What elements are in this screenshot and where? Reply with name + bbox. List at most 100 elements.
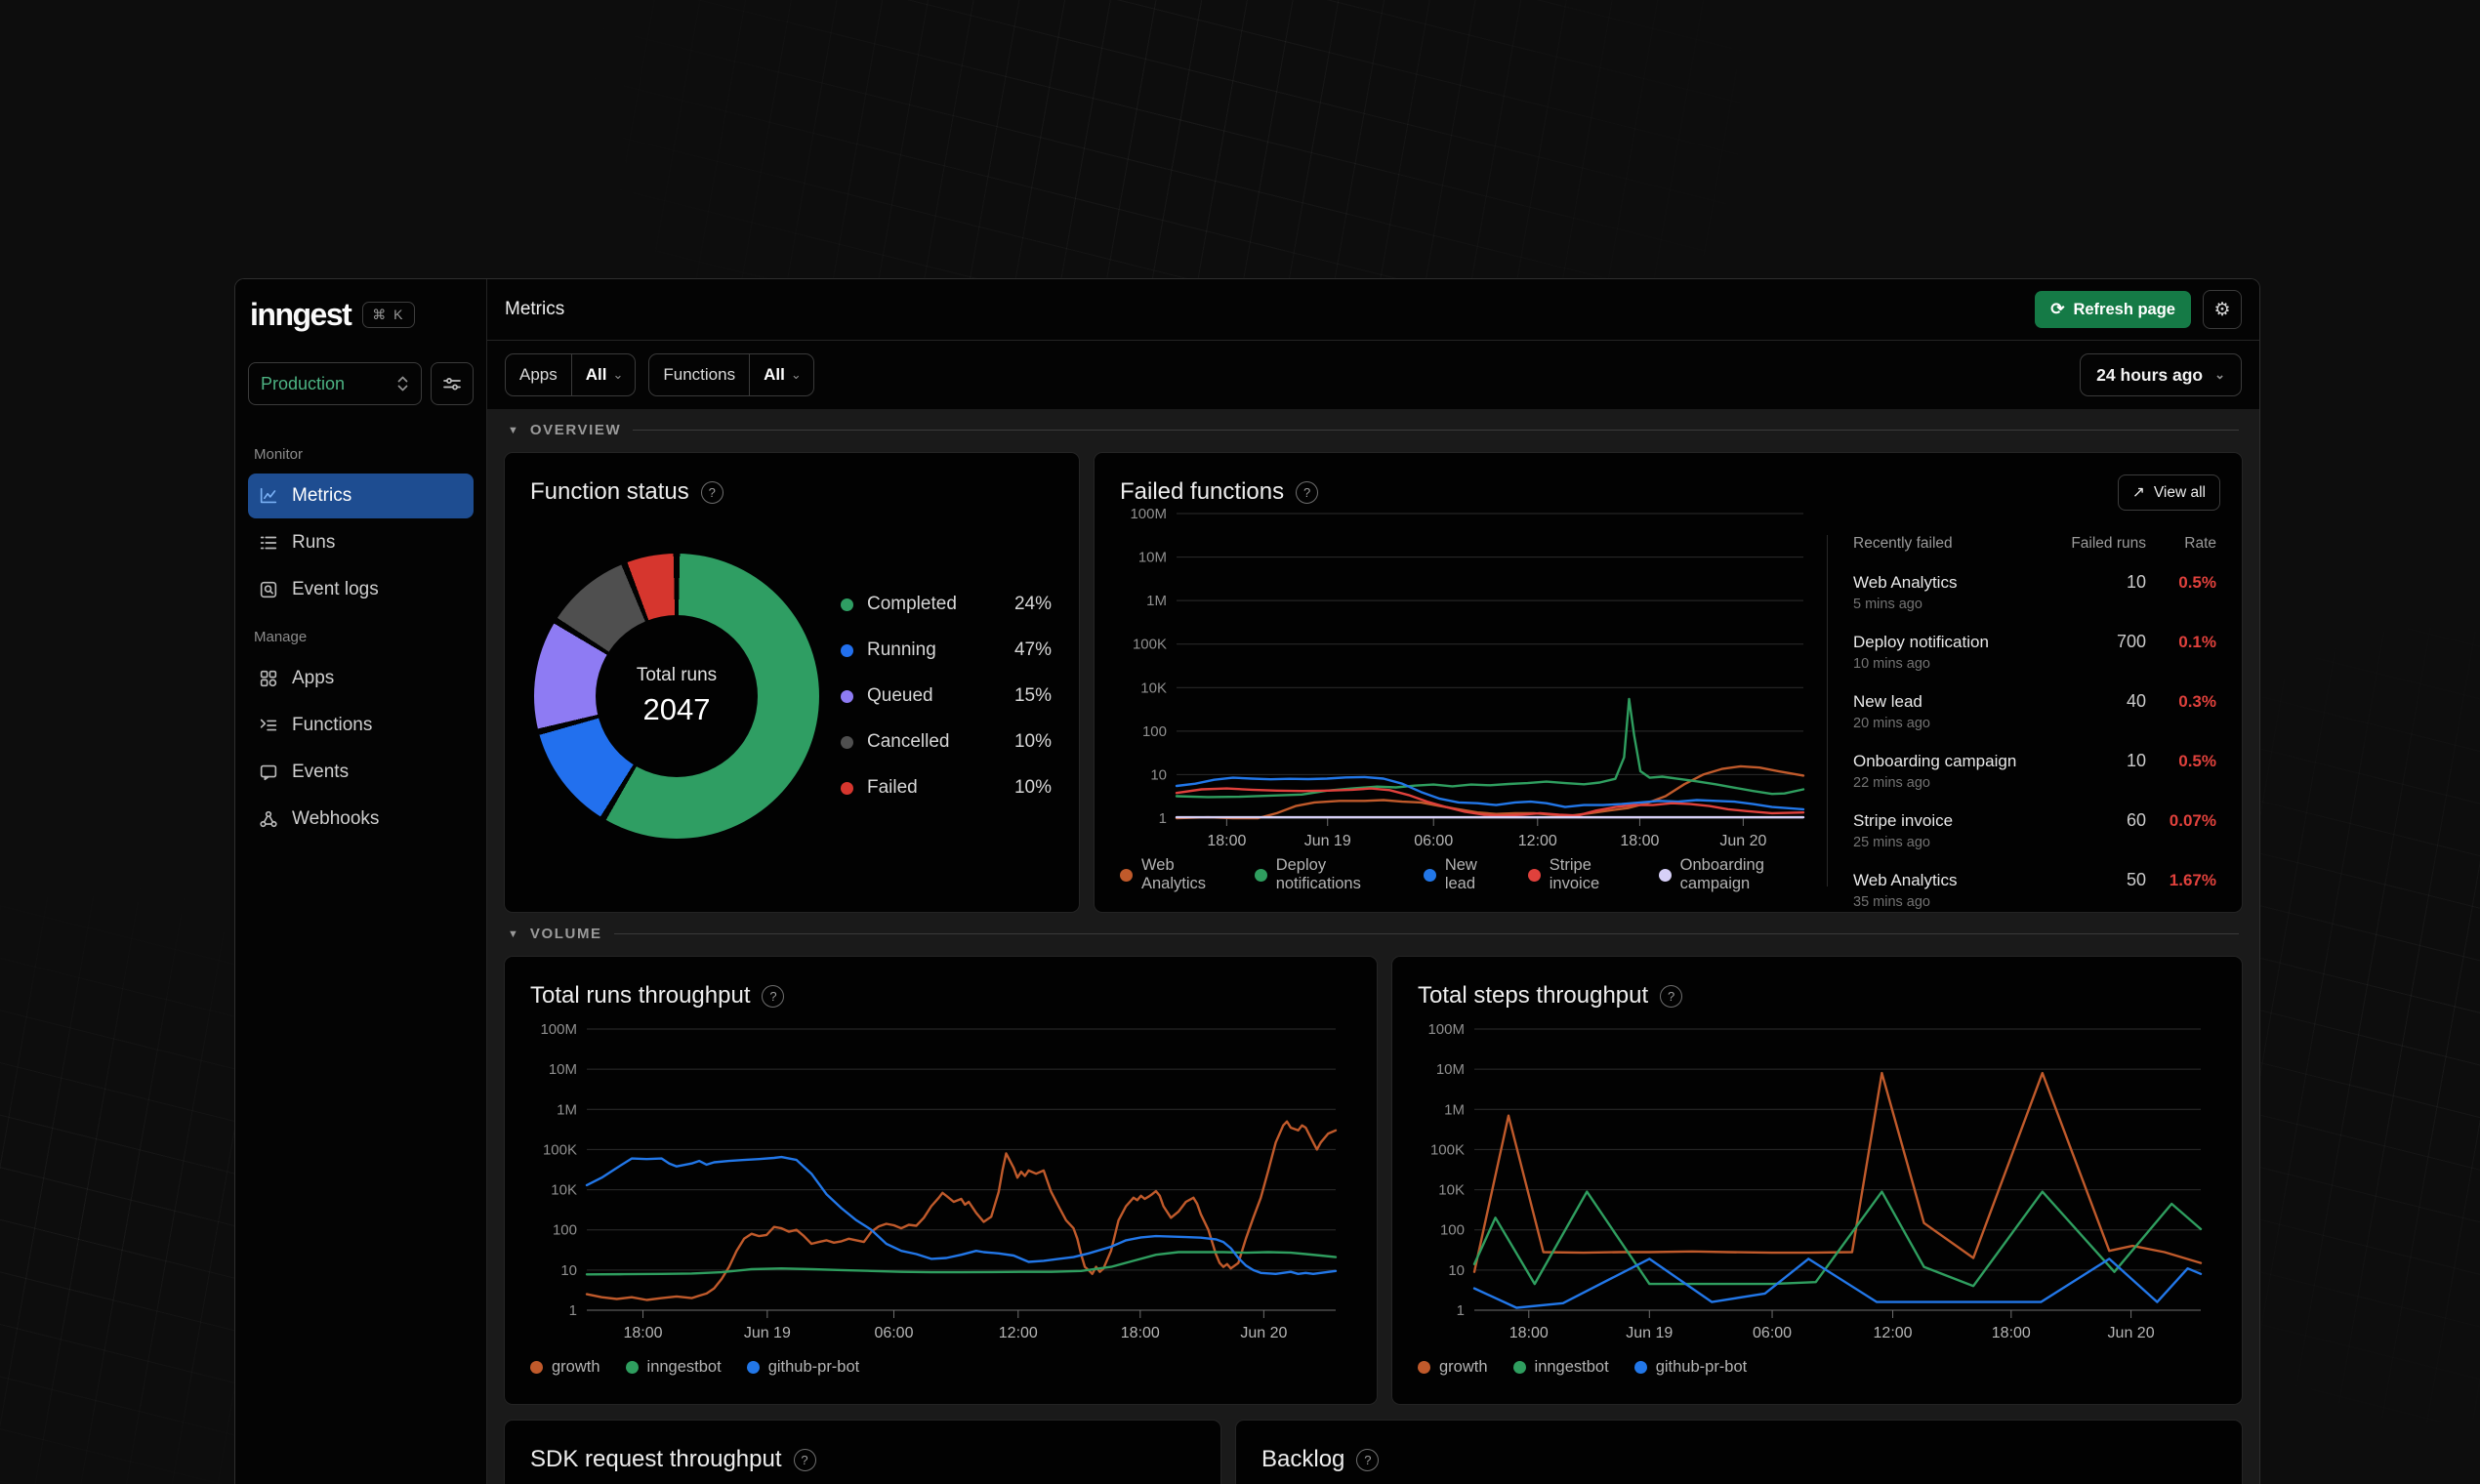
sidebar: inngest ⌘ K Production Monitor Metrics Run… xyxy=(235,279,487,1484)
svg-text:10: 10 xyxy=(1448,1262,1465,1279)
page-title: Metrics xyxy=(505,299,565,319)
help-icon[interactable]: ? xyxy=(762,984,785,1008)
svg-text:Jun 20: Jun 20 xyxy=(2108,1325,2155,1341)
legend-dot xyxy=(841,598,853,611)
svg-text:06:00: 06:00 xyxy=(874,1325,913,1341)
function-status-card: Function status ? Total runs 2047 Comple… xyxy=(504,452,1080,913)
environment-select[interactable]: Production xyxy=(248,362,422,405)
svg-text:10M: 10M xyxy=(1138,550,1167,566)
legend-item: Failed 10% xyxy=(841,777,1052,799)
legend-item: Cancelled 10% xyxy=(841,731,1052,753)
sidebar-item-events[interactable]: Events xyxy=(248,750,474,795)
legend-dot xyxy=(1120,868,1133,882)
svg-text:10M: 10M xyxy=(1436,1061,1465,1078)
legend-dot xyxy=(1527,868,1541,882)
svg-text:Jun 19: Jun 19 xyxy=(1304,833,1351,849)
collapse-triangle-icon[interactable]: ▼ xyxy=(508,425,518,436)
main-area: Metrics ⟳ Refresh page ⚙ Apps All ⌄ Func… xyxy=(487,279,2259,1484)
help-icon[interactable]: ? xyxy=(793,1448,816,1471)
svg-text:18:00: 18:00 xyxy=(624,1325,663,1341)
help-icon[interactable]: ? xyxy=(700,480,723,504)
total-steps-throughput-card: Total steps throughput ? 100M 10M 1M 100K 10… xyxy=(1391,956,2243,1405)
sidebar-item-label: Webhooks xyxy=(292,808,380,829)
legend-dot xyxy=(1512,1360,1526,1374)
svg-text:1: 1 xyxy=(569,1302,577,1319)
card-title: Backlog xyxy=(1261,1446,1345,1472)
svg-text:10: 10 xyxy=(1150,766,1167,783)
legend-item: growth xyxy=(530,1358,600,1377)
view-all-button[interactable]: ↗ View all xyxy=(2117,474,2220,511)
svg-text:10M: 10M xyxy=(549,1061,577,1078)
legend-dot xyxy=(841,735,853,749)
legend-dot xyxy=(746,1360,760,1374)
help-icon[interactable]: ? xyxy=(1296,480,1319,504)
svg-text:Jun 20: Jun 20 xyxy=(1719,833,1766,849)
help-icon[interactable]: ? xyxy=(1356,1448,1380,1471)
legend-item: Onboarding campaign xyxy=(1658,856,1819,893)
command-k-shortcut-badge[interactable]: ⌘ K xyxy=(362,302,415,328)
table-row[interactable]: Stripe invoice 25 mins ago 60 0.07% xyxy=(1853,810,2216,850)
environment-value: Production xyxy=(261,373,346,393)
sidebar-item-metrics[interactable]: Metrics xyxy=(248,474,474,518)
total-steps-chart-legend: growth inngestbot github-pr-bot xyxy=(1418,1355,2216,1379)
topbar: Metrics ⟳ Refresh page ⚙ xyxy=(487,279,2259,341)
sidebar-item-label: Event logs xyxy=(292,579,379,599)
svg-text:100: 100 xyxy=(553,1222,577,1239)
legend-dot xyxy=(625,1360,639,1374)
svg-text:18:00: 18:00 xyxy=(1509,1325,1549,1341)
legend-item: github-pr-bot xyxy=(746,1358,859,1377)
table-row[interactable]: New lead 20 mins ago 40 0.3% xyxy=(1853,691,2216,731)
table-row[interactable]: Onboarding campaign 22 mins ago 10 0.5% xyxy=(1853,751,2216,791)
sidebar-nav: Monitor Metrics Runs Event logs Manage Apps Fu… xyxy=(248,431,474,843)
table-row[interactable]: Web Analytics 35 mins ago 50 1.67% xyxy=(1853,870,2216,910)
sdk-request-throughput-card: SDK request throughput ? xyxy=(504,1420,1221,1484)
sidebar-item-functions[interactable]: Functions xyxy=(248,703,474,748)
settings-button[interactable]: ⚙ xyxy=(2203,290,2242,329)
svg-text:06:00: 06:00 xyxy=(1414,833,1453,849)
refresh-page-button[interactable]: ⟳ Refresh page xyxy=(2035,291,2191,328)
failed-functions-chart: 100M 10M 1M 100K 10K 100 10 1 18:00 Jun 19 06:00 12… xyxy=(1120,506,1819,853)
inngest-logo: inngest xyxy=(250,297,352,332)
table-row[interactable]: Deploy notification 10 mins ago 700 0.1% xyxy=(1853,632,2216,672)
app-window: inngest ⌘ K Production Monitor Metrics Run… xyxy=(234,278,2260,1484)
svg-text:1M: 1M xyxy=(1444,1101,1465,1118)
card-title: Function status xyxy=(530,478,689,505)
svg-text:100: 100 xyxy=(1142,723,1167,740)
divider xyxy=(613,933,2239,934)
environment-filter-button[interactable] xyxy=(431,362,474,405)
sidebar-item-event-logs[interactable]: Event logs xyxy=(248,567,474,612)
legend-item: Completed 24% xyxy=(841,594,1052,615)
help-icon[interactable]: ? xyxy=(1660,984,1683,1008)
legend-dot xyxy=(1254,868,1267,882)
legend-dot xyxy=(1633,1360,1647,1374)
apps-filter[interactable]: Apps All ⌄ xyxy=(505,353,637,396)
sliders-icon xyxy=(443,378,461,391)
timerange-select[interactable]: 24 hours ago ⌄ xyxy=(2080,353,2242,396)
arrow-up-right-icon: ↗ xyxy=(2131,484,2145,501)
svg-text:100M: 100M xyxy=(1130,506,1167,522)
legend-item: New lead xyxy=(1423,856,1503,893)
events-icon xyxy=(258,762,279,783)
svg-text:12:00: 12:00 xyxy=(1518,833,1557,849)
table-row[interactable]: Web Analytics 5 mins ago 10 0.5% xyxy=(1853,572,2216,612)
legend-item: Queued 15% xyxy=(841,685,1052,707)
svg-text:Jun 20: Jun 20 xyxy=(1240,1325,1287,1341)
updown-chevrons-icon xyxy=(397,376,408,392)
sidebar-item-label: Functions xyxy=(292,715,373,735)
card-title: Total runs throughput xyxy=(530,982,751,1009)
svg-text:18:00: 18:00 xyxy=(1207,833,1246,849)
sidebar-item-runs[interactable]: Runs xyxy=(248,520,474,565)
functions-filter[interactable]: Functions All ⌄ xyxy=(648,353,814,396)
sidebar-item-webhooks[interactable]: Webhooks xyxy=(248,797,474,842)
svg-text:100: 100 xyxy=(1440,1222,1465,1239)
legend-dot xyxy=(841,689,853,703)
card-title: SDK request throughput xyxy=(530,1446,782,1472)
sidebar-item-apps[interactable]: Apps xyxy=(248,656,474,701)
legend-dot xyxy=(841,781,853,795)
card-title: Total steps throughput xyxy=(1418,982,1649,1009)
failed-functions-card: Failed functions ? ↗ View all 100M 10M 1M 1… xyxy=(1094,452,2243,913)
total-runs-chart: 100M 10M 1M 100K 10K 100 10 1 18:00 Jun 19 06:00 12… xyxy=(530,1021,1351,1345)
collapse-triangle-icon[interactable]: ▼ xyxy=(508,928,518,940)
sidebar-item-label: Runs xyxy=(292,532,336,553)
legend-dot xyxy=(1418,1360,1430,1374)
